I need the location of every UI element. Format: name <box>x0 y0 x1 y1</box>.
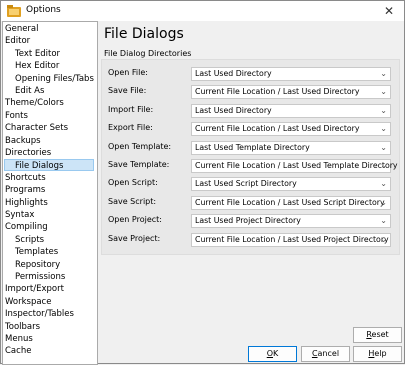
sidebar-item[interactable]: Directories <box>5 147 51 159</box>
directory-combo[interactable]: Last Used Script Directory ⌄ <box>191 177 391 192</box>
combo-value: Last Used Directory <box>195 69 272 78</box>
chevron-down-icon: ⌄ <box>380 87 387 97</box>
chevron-down-icon: ⌄ <box>380 161 387 170</box>
sidebar-item[interactable]: Character Sets <box>5 122 68 134</box>
row-label: Save File: <box>108 86 147 96</box>
options-window: Options ✕ General Editor Text Editor Hex Ed… <box>0 0 405 365</box>
sidebar-item[interactable]: Scripts <box>15 234 44 246</box>
page-title: File Dialogs <box>104 26 184 42</box>
sidebar-item[interactable]: Backups <box>5 135 41 147</box>
sidebar-item[interactable]: File Dialogs <box>4 159 94 172</box>
sidebar-item[interactable]: Shortcuts <box>5 172 46 184</box>
row-label: Save Script: <box>108 196 157 206</box>
sidebar-item[interactable]: Fonts <box>5 110 28 122</box>
close-button[interactable]: ✕ <box>378 2 400 20</box>
sidebar-item[interactable]: Edit As <box>15 85 44 97</box>
ok-label-post: K <box>273 349 279 358</box>
directory-combo[interactable]: Current File Location / Last Used Direct… <box>191 122 391 137</box>
directory-combo[interactable]: Current File Location / Last Used Projec… <box>191 232 391 247</box>
title-bar: Options ✕ <box>1 1 404 21</box>
directory-combo[interactable]: Last Used Project Directory ⌄ <box>191 214 391 229</box>
combo-value: Current File Location / Last Used Direct… <box>195 124 360 134</box>
sidebar-item[interactable]: Programs <box>5 184 45 196</box>
directory-combo[interactable]: Current File Location / Last Used Script… <box>191 195 391 210</box>
app-icon <box>7 5 21 17</box>
row-label: Open Template: <box>108 141 172 151</box>
row-label: Import File: <box>108 104 154 114</box>
row-label: Open Script: <box>108 178 158 188</box>
combo-value: Last Used Template Directory <box>195 142 310 152</box>
sidebar-item[interactable]: Text Editor <box>15 48 60 60</box>
combo-value: Current File Location / Last Used Direct… <box>195 87 360 97</box>
row-label: Open File: <box>108 68 148 77</box>
directory-combo[interactable]: Current File Location / Last Used Templa… <box>191 159 398 173</box>
chevron-down-icon: ⌄ <box>380 105 387 115</box>
help-button[interactable]: Help <box>353 346 402 362</box>
chevron-down-icon: ⌄ <box>380 216 387 226</box>
sidebar-item[interactable]: Inspector/Tables <box>5 308 74 320</box>
chevron-down-icon: ⌄ <box>380 124 387 134</box>
combo-value: Current File Location / Last Used Templa… <box>195 161 398 170</box>
row-label: Open Project: <box>108 215 162 225</box>
sidebar-item[interactable]: Highlights <box>5 197 48 209</box>
ok-button[interactable]: OK <box>248 346 297 362</box>
sidebar-item[interactable]: Theme/Colors <box>5 97 64 109</box>
directory-combo[interactable]: Last Used Directory ⌄ <box>191 103 391 118</box>
chevron-down-icon: ⌄ <box>380 69 387 78</box>
cancel-label-post: ancel <box>317 349 340 358</box>
sidebar-item[interactable]: Permissions <box>15 271 65 283</box>
combo-value: Current File Location / Last Used Script… <box>195 197 385 207</box>
reset-label-post: eset <box>371 330 389 339</box>
sidebar-item[interactable]: Toolbars <box>5 321 40 333</box>
sidebar-item[interactable]: Repository <box>15 259 60 271</box>
sidebar-item[interactable]: Editor <box>5 35 30 47</box>
sidebar-item[interactable]: Compiling <box>5 221 48 233</box>
combo-value: Last Used Directory <box>195 105 272 115</box>
sidebar-item[interactable]: Templates <box>15 246 58 258</box>
sidebar-item[interactable]: Opening Files/Tabs <box>15 73 94 85</box>
combo-value: Last Used Script Directory <box>195 179 297 189</box>
sidebar-item[interactable]: Menus <box>5 333 33 345</box>
row-label: Save Template: <box>108 160 170 169</box>
close-icon: ✕ <box>383 4 395 18</box>
chevron-down-icon: ⌄ <box>380 142 387 152</box>
sidebar-item[interactable]: Import/Export <box>5 283 64 295</box>
row-label: Export File: <box>108 123 153 133</box>
chevron-down-icon: ⌄ <box>380 197 387 207</box>
options-category-tree[interactable]: General Editor Text Editor Hex Editor Openin… <box>2 21 98 365</box>
directory-combo[interactable]: Last Used Template Directory ⌄ <box>191 140 391 155</box>
combo-value: Current File Location / Last Used Projec… <box>195 234 389 244</box>
cancel-button[interactable]: Cancel <box>301 346 350 362</box>
row-label: Save Project: <box>108 233 161 243</box>
help-label-post: elp <box>374 349 387 358</box>
chevron-down-icon: ⌄ <box>380 234 387 244</box>
sidebar-item[interactable]: General <box>5 23 39 35</box>
directory-combo[interactable]: Current File Location / Last Used Direct… <box>191 85 391 100</box>
group-label: File Dialog Directories <box>104 49 192 58</box>
directory-combo[interactable]: Last Used Directory ⌄ <box>191 67 391 81</box>
sidebar-item[interactable]: Hex Editor <box>15 60 59 72</box>
reset-button[interactable]: Reset <box>353 327 402 343</box>
window-title: Options <box>26 5 61 15</box>
combo-value: Last Used Project Directory <box>195 216 301 226</box>
chevron-down-icon: ⌄ <box>380 179 387 189</box>
sidebar-item[interactable]: Workspace <box>5 296 51 308</box>
sidebar-item[interactable]: Syntax <box>5 209 34 221</box>
sidebar-item[interactable]: Cache <box>5 345 31 357</box>
